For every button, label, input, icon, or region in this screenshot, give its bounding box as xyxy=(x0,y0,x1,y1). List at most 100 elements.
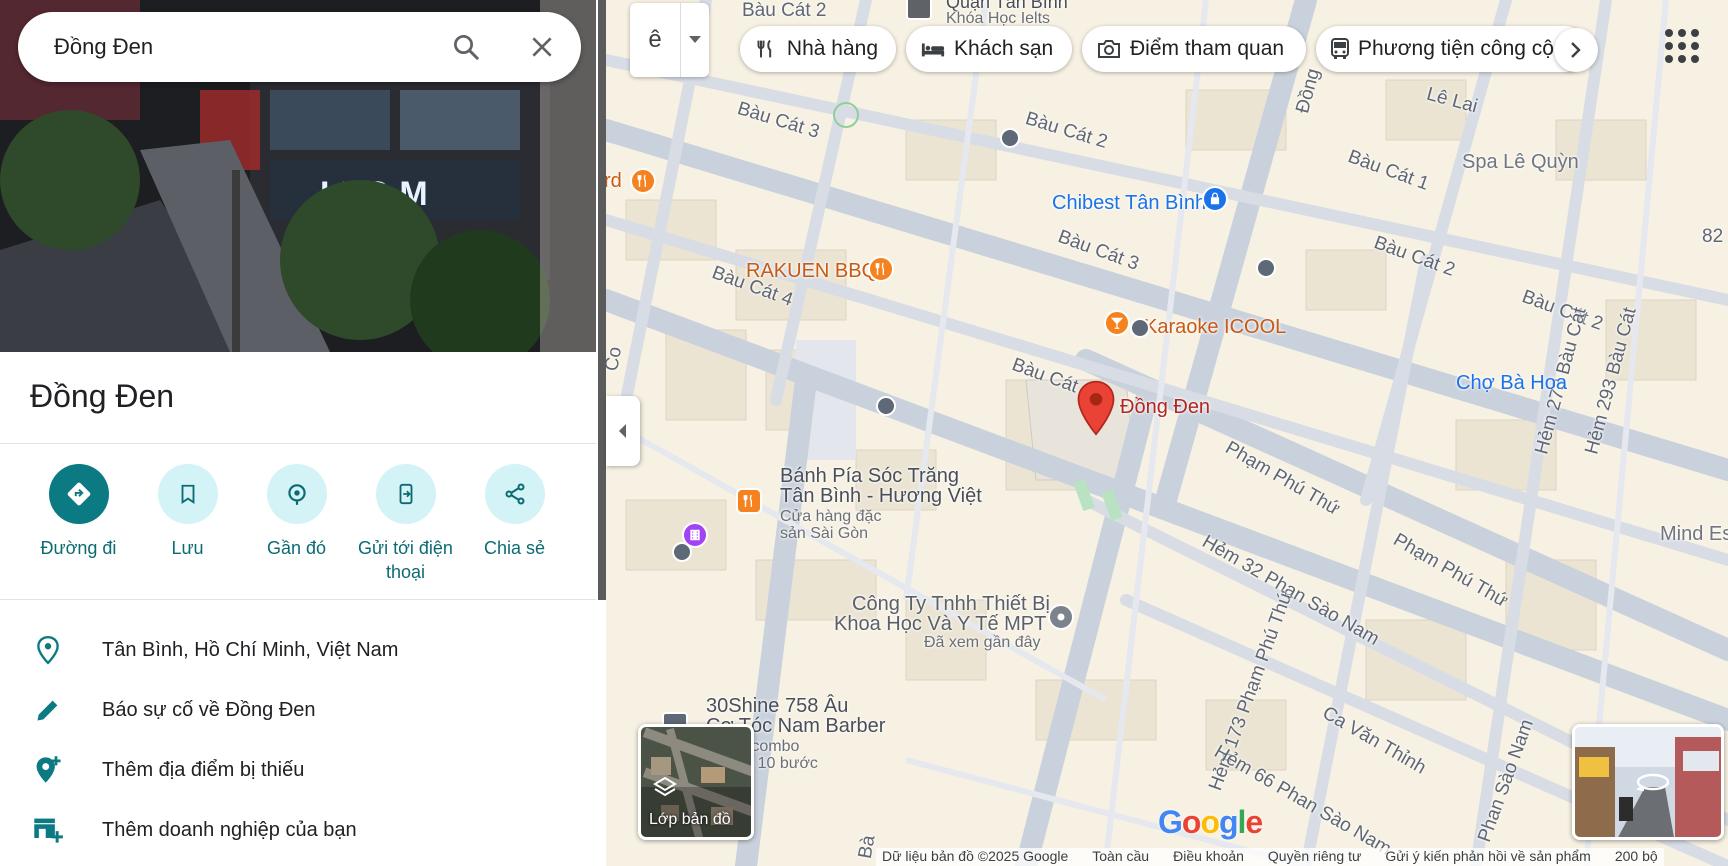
rotate-360-icon xyxy=(1635,769,1671,800)
input-tools-toggle[interactable]: ê xyxy=(630,3,709,77)
send-to-phone-button[interactable]: Gửi tới điện thoại xyxy=(351,464,460,584)
poi-label[interactable]: Karaoke ICOOL xyxy=(1144,316,1286,339)
chip-hotels[interactable]: Khách sạn xyxy=(906,26,1072,72)
shopping-icon[interactable] xyxy=(1202,186,1228,212)
bookmark-icon xyxy=(157,464,218,524)
address-row[interactable]: Tân Bình, Hồ Chí Minh, Việt Nam xyxy=(0,620,598,680)
scale-label[interactable]: 200 bộ xyxy=(1615,848,1658,866)
bus-stop-icon[interactable] xyxy=(876,396,896,416)
poi-label[interactable]: Tân Bình - Hương Việt xyxy=(780,486,982,506)
place-panel: LEG M Đồng Đen Đồng Đen Đường đi xyxy=(0,0,600,866)
collapse-panel-button[interactable] xyxy=(606,396,640,466)
share-label: Chia sẻ xyxy=(483,538,546,558)
address-text: Tân Bình, Hồ Chí Minh, Việt Nam xyxy=(102,638,399,661)
poi-label[interactable]: Mind Esc xyxy=(1660,524,1728,544)
bus-stop-icon[interactable] xyxy=(1256,258,1276,278)
apps-grid-icon[interactable] xyxy=(1660,24,1704,68)
map-canvas[interactable]: Bàu Cát 2 Bàu Cát 3 Bàu Cát 2 Bàu Cát 1 … xyxy=(606,0,1728,866)
action-bar: Đường đi Lưu Gần đó Gửi tới điện thoại C… xyxy=(24,464,584,584)
global-link[interactable]: Toàn cầu xyxy=(1092,848,1149,866)
add-business-text: Thêm doanh nghiệp của bạn xyxy=(102,818,357,841)
search-icon[interactable] xyxy=(448,29,484,65)
google-logo: Google xyxy=(1158,804,1263,840)
scrollbar[interactable] xyxy=(598,0,606,600)
street-view-thumbnail[interactable] xyxy=(1572,724,1724,840)
poi-label[interactable]: Spa Lê Quỳn xyxy=(1462,152,1579,172)
bus-stop-icon[interactable] xyxy=(672,542,692,562)
poi-sublabel: Cửa hàng đặc xyxy=(780,508,882,525)
poi-label[interactable]: Bánh Pía Sóc Trăng xyxy=(780,466,959,486)
add-business-row[interactable]: Thêm doanh nghiệp của bạn xyxy=(0,800,598,860)
pencil-icon xyxy=(32,694,64,726)
bed-icon xyxy=(920,36,946,62)
share-button[interactable]: Chia sẻ xyxy=(460,464,569,584)
divider xyxy=(0,443,598,444)
report-issue-text: Báo sự cố về Đồng Đen xyxy=(102,698,316,721)
chevron-right-icon[interactable] xyxy=(1554,28,1598,72)
chip-transit[interactable]: Phương tiện công cộng xyxy=(1316,26,1588,72)
poi-label[interactable]: 30Shine 758 Âu xyxy=(706,696,848,716)
terms-link[interactable]: Điều khoản xyxy=(1173,848,1244,866)
restaurant-icon[interactable] xyxy=(736,488,762,514)
poi-sublabel: Khóa Học Ielts xyxy=(946,10,1051,27)
share-icon xyxy=(484,464,545,524)
poi-sublabel: sản Sài Gòn xyxy=(780,525,869,542)
send-to-phone-label: Gửi tới điện thoại xyxy=(358,538,453,582)
poi-label[interactable]: Công Ty Tnhh Thiết Bị xyxy=(852,594,1050,614)
map-footer: Dữ liệu bản đồ ©2025 Google Toàn cầu Điề… xyxy=(876,848,1664,866)
bus-icon xyxy=(1330,36,1350,62)
nearby-icon xyxy=(266,464,327,524)
selected-place-marker[interactable] xyxy=(1074,380,1118,436)
poi-label[interactable]: rd xyxy=(606,170,622,193)
add-location-icon xyxy=(32,754,64,786)
layers-label: Lớp bản đồ xyxy=(649,811,731,828)
add-missing-place-row[interactable]: Thêm địa điểm bị thiếu xyxy=(0,740,598,800)
chip-restaurants[interactable]: Nhà hàng xyxy=(740,26,896,72)
info-list: Tân Bình, Hồ Chí Minh, Việt Nam Báo sự c… xyxy=(0,620,598,860)
save-button[interactable]: Lưu xyxy=(133,464,242,584)
poi-label[interactable]: Chợ Bà Hoa xyxy=(1456,372,1567,395)
bar-icon[interactable] xyxy=(1104,310,1130,336)
poi-label[interactable]: Chibest Tân Bình xyxy=(1052,192,1206,215)
selected-place-label[interactable]: Đồng Đen xyxy=(1120,396,1210,419)
chevron-down-icon[interactable] xyxy=(681,31,709,49)
chip-label: Nhà hàng xyxy=(786,37,878,60)
input-tools-glyph: ê xyxy=(648,26,662,53)
directions-icon xyxy=(48,464,109,524)
restaurant-icon[interactable] xyxy=(868,256,894,282)
poi-label[interactable]: Khoa Học Và Y Tế MPT xyxy=(834,614,1046,634)
send-to-phone-icon xyxy=(375,464,436,524)
map-data-credit[interactable]: Dữ liệu bản đồ ©2025 Google xyxy=(882,848,1068,866)
poi-label[interactable]: RAKUEN BBQ xyxy=(746,260,877,283)
report-issue-row[interactable]: Báo sự cố về Đồng Đen xyxy=(0,680,598,740)
layers-icon xyxy=(653,776,677,803)
bus-stop-icon[interactable] xyxy=(1130,318,1150,338)
layers-button[interactable]: Lớp bản đồ xyxy=(638,724,754,840)
poi-sublabel: Đã xem gần đây xyxy=(924,634,1041,651)
recently-viewed-icon[interactable] xyxy=(1048,604,1074,630)
search-box[interactable]: Đồng Đen xyxy=(18,12,581,82)
location-pin-icon xyxy=(32,634,64,666)
bus-stop-icon[interactable] xyxy=(1000,128,1020,148)
privacy-link[interactable]: Quyền riêng tư xyxy=(1268,848,1361,866)
street-label: 82 xyxy=(1702,226,1724,247)
close-icon[interactable] xyxy=(524,29,560,65)
add-missing-place-text: Thêm địa điểm bị thiếu xyxy=(102,758,305,781)
chip-attractions[interactable]: Điểm tham quan xyxy=(1082,26,1306,72)
street-label: Bàu Cát 2 xyxy=(742,0,827,21)
search-input[interactable]: Đồng Đen xyxy=(54,34,581,60)
restaurant-icon[interactable] xyxy=(630,168,656,194)
directions-button[interactable]: Đường đi xyxy=(24,464,133,584)
save-label: Lưu xyxy=(171,538,204,558)
nearby-label: Gần đó xyxy=(266,538,327,558)
directions-label: Đường đi xyxy=(40,538,117,558)
page-title: Đồng Đen xyxy=(30,378,175,414)
camera-icon xyxy=(1096,36,1122,62)
divider xyxy=(0,599,598,600)
feedback-link[interactable]: Gửi ý kiến phản hồi về sản phẩm xyxy=(1385,848,1591,866)
chevron-left-icon xyxy=(619,424,626,438)
school-icon[interactable] xyxy=(906,0,932,20)
nearby-button[interactable]: Gần đó xyxy=(242,464,351,584)
chip-label: Phương tiện công cộng xyxy=(1358,37,1578,60)
chip-label: Khách sạn xyxy=(954,37,1054,60)
